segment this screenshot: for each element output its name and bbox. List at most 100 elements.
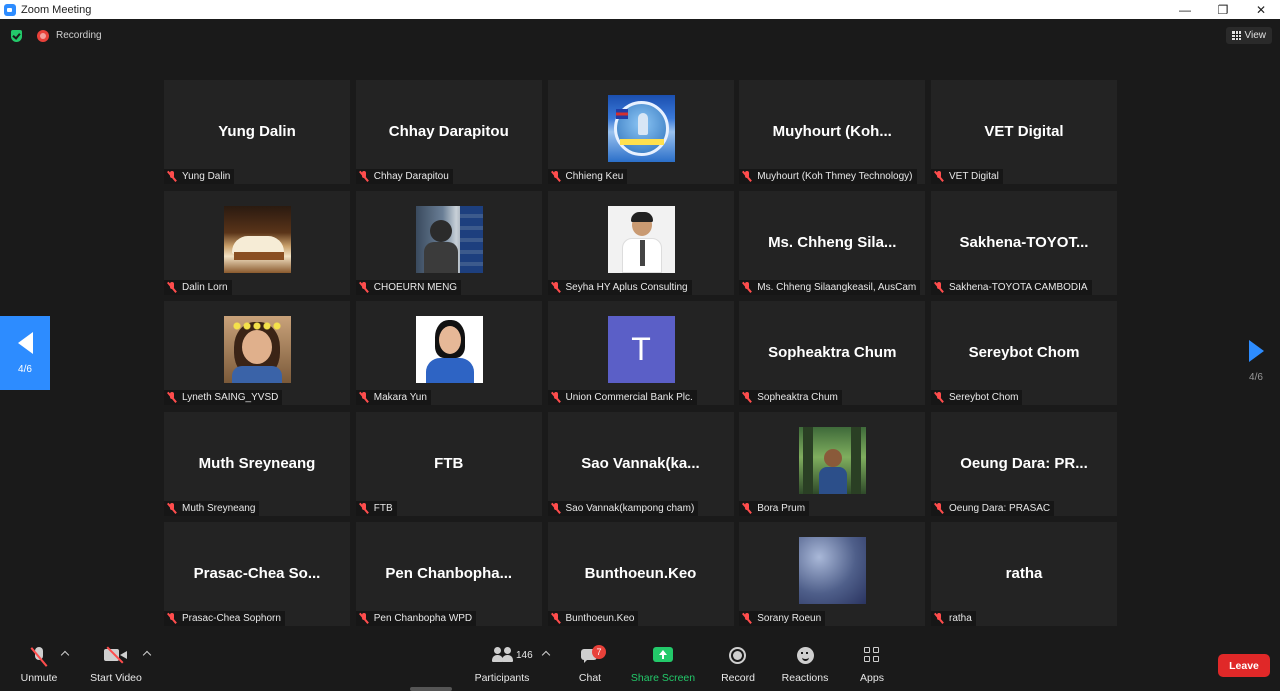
participant-name-label: Prasac-Chea Sophorn	[164, 611, 285, 626]
grid-icon	[1231, 31, 1241, 40]
mic-muted-icon	[551, 502, 561, 514]
participants-count: 146	[516, 650, 533, 661]
participants-button[interactable]: Participants	[474, 638, 530, 691]
mic-muted-icon	[359, 281, 369, 293]
mic-muted-icon	[934, 281, 944, 293]
mic-muted-icon	[551, 281, 561, 293]
mic-muted-icon	[359, 613, 369, 624]
participant-tile[interactable]: Oeung Dara: PR... Oeung Dara: PRASAC	[931, 411, 1117, 516]
participant-tile[interactable]: Chhay Darapitou Chhay Darapitou	[355, 80, 542, 184]
participant-name-label: Muth Sreyneang	[164, 500, 260, 516]
participant-tile[interactable]: CHOEURN MENG	[355, 190, 542, 295]
participant-tile[interactable]: T Union Commercial Bank Plc.	[547, 301, 734, 405]
mic-muted-icon	[167, 392, 177, 403]
audio-options-caret[interactable]	[60, 650, 70, 660]
previous-page-button[interactable]: 4/6	[0, 316, 50, 390]
participant-name-label: Muyhourt (Koh Thmey Technology)	[739, 169, 917, 184]
participants-options-caret[interactable]	[541, 650, 551, 660]
window-title: Zoom Meeting	[21, 3, 92, 16]
participant-name-label: Pen Chanbopha WPD	[355, 611, 477, 626]
participant-tile[interactable]: Ms. Chheng Sila... Ms. Chheng Silaangkea…	[739, 190, 926, 295]
participant-tile[interactable]: Pen Chanbopha... Pen Chanbopha WPD	[355, 522, 542, 626]
participant-avatar: T	[607, 316, 675, 383]
mic-muted-icon	[742, 392, 752, 403]
window-titlebar: Zoom Meeting — ❐ ✕	[0, 0, 1280, 19]
chat-unread-badge: 7	[592, 645, 606, 659]
leave-button[interactable]: Leave	[1218, 654, 1270, 677]
participant-avatar	[224, 316, 291, 383]
participant-tile[interactable]: Lyneth SAING_YVSD	[164, 301, 350, 405]
minimize-button[interactable]: —	[1166, 0, 1204, 19]
mic-muted-icon	[167, 171, 177, 182]
participant-tile[interactable]: Yung Dalin Yung Dalin	[164, 80, 350, 184]
participant-avatar	[799, 537, 867, 604]
record-icon	[729, 647, 746, 664]
participant-tile[interactable]: Sao Vannak(ka... Sao Vannak(kampong cham…	[547, 411, 734, 516]
participant-name-label: Chhay Darapitou	[355, 169, 453, 184]
participant-tile[interactable]: Seyha HY Aplus Consulting	[547, 190, 734, 295]
mic-muted-icon	[551, 171, 561, 182]
participant-tile[interactable]: Chhieng Keu	[547, 80, 734, 184]
record-button[interactable]: Record	[718, 638, 758, 691]
maximize-button[interactable]: ❐	[1204, 0, 1242, 19]
participant-avatar	[607, 95, 675, 162]
participant-avatar	[415, 316, 483, 383]
video-off-icon	[104, 647, 128, 663]
start-video-button[interactable]: Start Video	[88, 638, 144, 691]
participant-avatar	[224, 205, 291, 273]
participant-tile[interactable]: FTB FTB	[355, 411, 542, 516]
participant-tile[interactable]: Muth Sreyneang Muth Sreyneang	[164, 411, 350, 516]
participant-avatar	[415, 205, 483, 273]
participant-name-label: Sao Vannak(kampong cham)	[547, 500, 699, 516]
close-button[interactable]: ✕	[1242, 0, 1280, 19]
participant-tile[interactable]: Muyhourt (Koh... Muyhourt (Koh Thmey Tec…	[739, 80, 926, 184]
unmute-button[interactable]: Unmute	[18, 638, 60, 691]
participant-name-label: FTB	[355, 500, 397, 516]
mic-muted-icon	[167, 502, 177, 514]
participant-tile[interactable]: VET Digital VET Digital	[931, 80, 1117, 184]
arrow-left-icon	[17, 331, 33, 354]
mic-muted-icon	[742, 613, 752, 624]
participant-name-label: Lyneth SAING_YVSD	[164, 390, 283, 405]
recording-label: Recording	[56, 30, 102, 41]
recording-icon	[37, 30, 49, 42]
participant-display-name: FTB	[434, 454, 464, 472]
participant-tile[interactable]: ratha ratha	[931, 522, 1117, 626]
participant-tile[interactable]: Sorany Roeun	[739, 522, 926, 626]
participant-tile[interactable]: Prasac-Chea So... Prasac-Chea Sophorn	[164, 522, 350, 626]
participant-display-name: VET Digital	[984, 123, 1064, 140]
participant-tile[interactable]: Sereybot Chom Sereybot Chom	[931, 301, 1117, 405]
mic-muted-icon	[934, 613, 944, 624]
mic-muted-icon	[167, 613, 177, 624]
apps-button[interactable]: Apps	[856, 638, 888, 691]
participant-name-label: Ms. Chheng Silaangkeasil, AusCam	[739, 279, 921, 295]
participant-tile[interactable]: Sakhena-TOYOT... Sakhena-TOYOTA CAMBODIA	[931, 190, 1117, 295]
participant-tile[interactable]: Dalin Lorn	[164, 190, 350, 295]
mic-muted-icon	[359, 392, 369, 403]
participant-tile[interactable]: Bora Prum	[739, 411, 926, 516]
participant-display-name: ratha	[1005, 565, 1043, 582]
mic-muted-icon	[934, 171, 944, 182]
participant-tile[interactable]: Sopheaktra Chum Sopheaktra Chum	[739, 301, 926, 405]
participant-name-label: Sereybot Chom	[931, 390, 1023, 405]
participant-name-label: Seyha HY Aplus Consulting	[547, 279, 692, 295]
next-page-button[interactable]: 4/6	[1232, 340, 1280, 390]
video-options-caret[interactable]	[142, 650, 152, 660]
participant-tile[interactable]: Makara Yun	[355, 301, 542, 405]
meeting-topbar: Recording View	[0, 19, 1280, 52]
share-screen-button[interactable]: Share Screen	[630, 638, 696, 691]
toolbar-scroll-indicator	[410, 687, 452, 691]
mic-muted-icon	[742, 502, 752, 514]
participant-tile[interactable]: Bunthoeun.Keo Bunthoeun.Keo	[547, 522, 734, 626]
view-button[interactable]: View	[1225, 27, 1272, 44]
participant-name-label: Dalin Lorn	[164, 279, 232, 295]
participant-name-label: Yung Dalin	[164, 169, 235, 184]
participant-name-label: Makara Yun	[355, 390, 431, 405]
mic-muted-icon	[551, 392, 561, 403]
shield-icon[interactable]	[11, 30, 22, 42]
participant-display-name: Sopheaktra Chum	[768, 344, 897, 361]
participant-display-name: Prasac-Chea So...	[193, 565, 321, 582]
participant-display-name: Bunthoeun.Keo	[584, 565, 697, 582]
reactions-button[interactable]: Reactions	[780, 638, 830, 691]
arrow-right-icon	[1248, 340, 1264, 362]
